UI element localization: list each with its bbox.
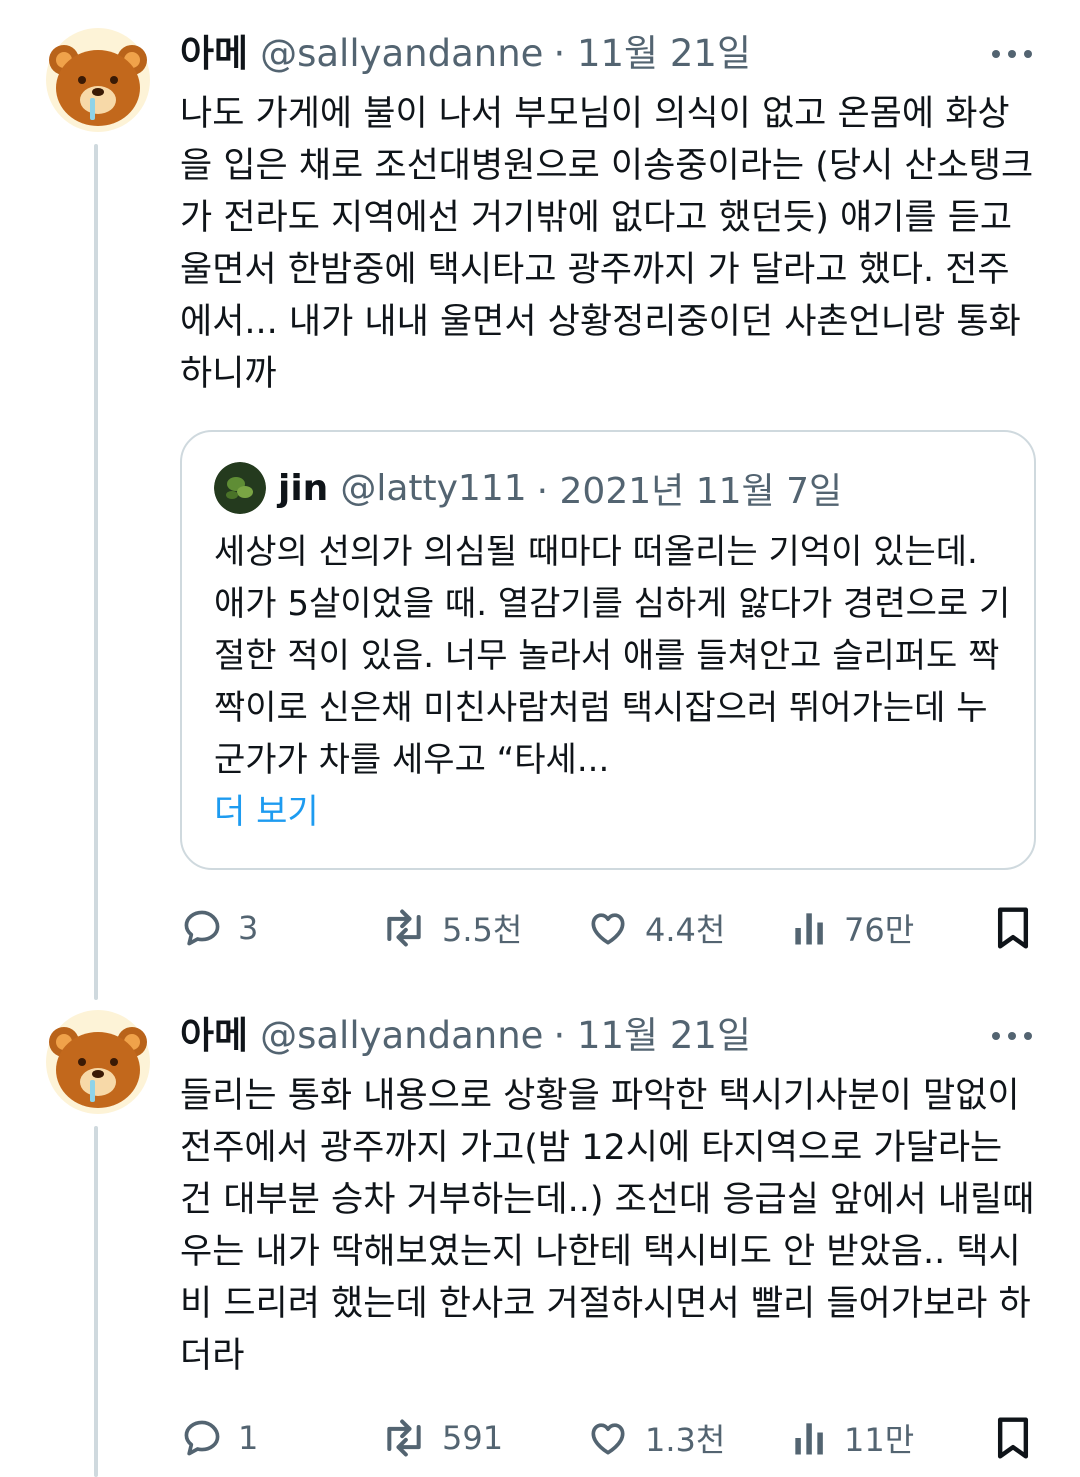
bookmark-icon [997, 1417, 1029, 1459]
handle[interactable]: @sallyandanne [260, 1008, 543, 1064]
quote-text: 세상의 선의가 의심될 때마다 떠올리는 기억이 있는데. 애가 5살이었을 때… [214, 532, 1011, 780]
repost-count: 5.5천 [442, 911, 523, 949]
reply-button[interactable]: 3 [180, 900, 258, 956]
view-count: 11만 [844, 1421, 915, 1459]
timestamp[interactable]: · 11월 21일 [553, 1008, 751, 1064]
avatar[interactable] [46, 1010, 150, 1114]
heart-icon [591, 913, 625, 945]
post-text: 들리는 통화 내용으로 상황을 파악한 택시기사분이 말없이 전주에서 광주까지… [180, 1076, 1035, 1376]
like-count: 4.4천 [645, 911, 726, 949]
post-header: 아메 @sallyandanne · 11월 21일 [180, 1008, 751, 1064]
action-bar: 3 5.5천 4.4천 76만 [180, 900, 1040, 956]
like-button[interactable]: 4.4천 [585, 900, 725, 956]
quote-avatar [214, 462, 266, 514]
handle[interactable]: @sallyandanne [260, 26, 543, 82]
repost-arrows-icon [387, 909, 421, 947]
more-icon[interactable] [992, 40, 1032, 68]
speech-bubble-icon [184, 910, 220, 946]
heart-icon [591, 1423, 625, 1455]
speech-bubble-icon [184, 1420, 220, 1456]
timestamp[interactable]: · 11월 21일 [553, 26, 751, 82]
quote-display-name: jin [278, 467, 329, 509]
action-bar: 1 591 1.3천 11만 [180, 1410, 1040, 1466]
plant-avatar-icon [214, 462, 266, 514]
bar-chart-icon [795, 913, 823, 945]
display-name[interactable]: 아메 [180, 1008, 248, 1064]
show-more-link[interactable]: 더 보기 [214, 786, 1014, 838]
bear-avatar-icon [46, 1010, 150, 1114]
post-text: 나도 가게에 불이 나서 부모님이 의식이 없고 온몸에 화상을 입은 채로 조… [180, 94, 1034, 394]
bookmark-button[interactable] [994, 1410, 1032, 1466]
quote-header: jin @latty111 · 2021년 11월 7일 [214, 460, 842, 516]
like-count: 1.3천 [645, 1421, 726, 1459]
post[interactable]: 아메 @sallyandanne · 11월 21일 나도 가게에 불이 나서 … [0, 0, 1080, 1000]
bookmark-button[interactable] [994, 900, 1032, 956]
quoted-post[interactable]: jin @latty111 · 2021년 11월 7일 세상의 선의가 의심될… [180, 430, 1036, 870]
bar-chart-icon [795, 1423, 823, 1455]
bookmark-icon [997, 907, 1029, 949]
more-icon[interactable] [992, 1022, 1032, 1050]
quote-timestamp: · 2021년 11월 7일 [536, 471, 843, 512]
quote-handle: @latty111 [340, 467, 527, 509]
views-button[interactable]: 11만 [790, 1410, 914, 1466]
repost-count: 591 [442, 1419, 504, 1457]
post[interactable]: 아메 @sallyandanne · 11월 21일 들리는 통화 내용으로 상… [0, 982, 1080, 1477]
like-button[interactable]: 1.3천 [585, 1410, 725, 1466]
view-count: 76만 [844, 911, 915, 949]
post-header: 아메 @sallyandanne · 11월 21일 [180, 26, 751, 82]
reply-count: 1 [238, 1419, 259, 1457]
quote-text-block: 세상의 선의가 의심될 때마다 떠올리는 기억이 있는데. 애가 5살이었을 때… [214, 526, 1014, 838]
repost-button[interactable]: 5.5천 [380, 900, 522, 956]
repost-arrows-icon [387, 1419, 421, 1457]
reply-count: 3 [238, 909, 259, 947]
reply-button[interactable]: 1 [180, 1410, 258, 1466]
repost-button[interactable]: 591 [380, 1410, 503, 1466]
views-button[interactable]: 76만 [790, 900, 914, 956]
display-name[interactable]: 아메 [180, 26, 248, 82]
avatar[interactable] [46, 28, 150, 132]
bear-avatar-icon [46, 28, 150, 132]
